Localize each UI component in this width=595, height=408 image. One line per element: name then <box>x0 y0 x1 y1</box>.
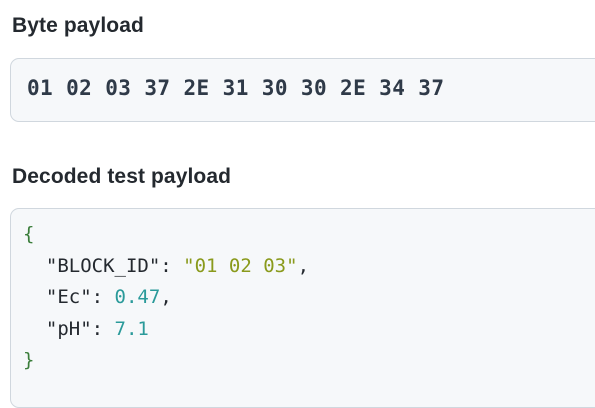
json-close-brace: } <box>23 349 35 371</box>
byte-payload-label: Byte payload <box>12 14 144 37</box>
decoded-payload-label: Decoded test payload <box>12 165 232 188</box>
json-line-ec: "Ec": 0.47, <box>45 286 172 308</box>
json-line-block-id: "BLOCK_ID": "01 02 03", <box>45 254 310 277</box>
byte-payload-value: 01 02 03 37 2E 31 30 30 2E 34 37 <box>27 76 445 100</box>
json-number-value: 0.47 <box>114 286 161 308</box>
json-line-ph: "pH": 7.1 <box>45 317 149 340</box>
json-code: { "BLOCK_ID": "01 02 03", "Ec": 0.47, "p… <box>23 219 309 377</box>
json-key: "pH" <box>45 317 92 340</box>
json-open-brace: { <box>23 223 35 245</box>
json-key: "Ec" <box>45 286 92 308</box>
json-key: "BLOCK_ID" <box>45 254 161 277</box>
decoded-payload-code-block[interactable]: { "BLOCK_ID": "01 02 03", "Ec": 0.47, "p… <box>10 208 595 408</box>
json-number-value: 7.1 <box>114 317 149 340</box>
json-string-value: "01 02 03" <box>183 254 298 277</box>
byte-payload-box[interactable]: 01 02 03 37 2E 31 30 30 2E 34 37 <box>10 58 595 122</box>
